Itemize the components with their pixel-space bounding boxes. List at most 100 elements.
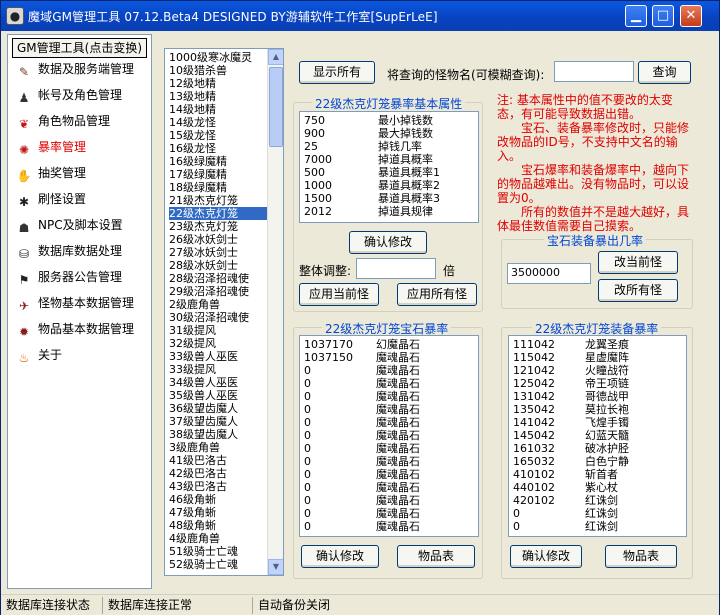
monster-list-item[interactable]: 23级杰克灯笼 <box>169 220 269 233</box>
list-item[interactable]: 161032 破冰护胫 <box>513 442 683 455</box>
confirm-equip-button[interactable]: 确认修改 <box>510 545 582 568</box>
nav-item[interactable]: ✺ 暴率管理 <box>16 135 148 159</box>
list-item[interactable]: 1037170 幻魔晶石 <box>304 338 474 351</box>
monster-list-item[interactable]: 10级猎杀兽 <box>169 64 269 77</box>
monster-search-input[interactable] <box>554 61 634 82</box>
monster-list-item[interactable]: 52级骑士亡魂 <box>169 558 269 571</box>
monster-list-item[interactable]: 26级冰妖剑士 <box>169 233 269 246</box>
monster-list-item[interactable]: 3级鹿角兽 <box>169 441 269 454</box>
minimize-button[interactable]: ▁ <box>625 5 647 27</box>
equip-drops-list[interactable]: 111042 龙翼圣痕 115042 星虚魔阵 121042 火瞳战符 125042 帝王项链… <box>508 335 687 537</box>
monster-list-item[interactable]: 22级杰克灯笼 <box>169 207 269 220</box>
change-current-button[interactable]: 改当前怪 <box>598 251 678 274</box>
list-item[interactable]: 750 最小掉钱数 <box>304 114 474 127</box>
list-item[interactable]: 0 魔魂晶石 <box>304 429 474 442</box>
list-item[interactable]: 410102 斩首者 <box>513 468 683 481</box>
monster-list-item[interactable]: 51级骑士亡魂 <box>169 545 269 558</box>
scroll-down-icon[interactable]: ▼ <box>268 559 283 575</box>
list-item[interactable]: 0 红诛剑 <box>513 520 683 533</box>
monster-list-item[interactable]: 42级巴洛古 <box>169 467 269 480</box>
list-item[interactable]: 25 掉钱几率 <box>304 140 474 153</box>
gem-rate-input[interactable]: 3500000 <box>507 263 591 284</box>
list-item[interactable]: 115042 星虚魔阵 <box>513 351 683 364</box>
close-button[interactable]: ✕ <box>680 5 702 27</box>
monster-list-item[interactable]: 29级沼泽招魂使 <box>169 285 269 298</box>
monster-list-item[interactable]: 30级沼泽招魂使 <box>169 311 269 324</box>
monster-list-item[interactable]: 31级提风 <box>169 324 269 337</box>
list-item[interactable]: 0 魔魂晶石 <box>304 403 474 416</box>
nav-item[interactable]: ♟ 帐号及角色管理 <box>16 83 148 107</box>
show-all-button[interactable]: 显示所有 <box>299 61 375 84</box>
list-item[interactable]: 131042 哥德战甲 <box>513 390 683 403</box>
query-button[interactable]: 查询 <box>638 61 691 84</box>
monster-list-item[interactable]: 47级角蜥 <box>169 506 269 519</box>
list-item[interactable]: 121042 火瞳战符 <box>513 364 683 377</box>
nav-item[interactable]: ✎ 数据及服务端管理 <box>16 57 148 81</box>
list-item[interactable]: 1000 暴道具概率2 <box>304 179 474 192</box>
list-item[interactable]: 440102 紫心杖 <box>513 481 683 494</box>
monster-list-item[interactable]: 32级提风 <box>169 337 269 350</box>
monster-list-item[interactable]: 28级沼泽招魂使 <box>169 272 269 285</box>
monster-list-item[interactable]: 36级望齿魔人 <box>169 402 269 415</box>
monster-list-item[interactable]: 14级龙怪 <box>169 116 269 129</box>
list-item[interactable]: 141042 飞煌手镯 <box>513 416 683 429</box>
list-item[interactable]: 0 魔魂晶石 <box>304 416 474 429</box>
list-item[interactable]: 7000 掉道具概率 <box>304 153 474 166</box>
list-item[interactable]: 1037150 魔魂晶石 <box>304 351 474 364</box>
list-item[interactable]: 125042 帝王项链 <box>513 377 683 390</box>
monster-list-item[interactable]: 43级巴洛古 <box>169 480 269 493</box>
nav-item[interactable]: ⚑ 服务器公告管理 <box>16 265 148 289</box>
monster-list-item[interactable]: 37级望齿魔人 <box>169 415 269 428</box>
nav-item[interactable]: ❦ 角色物品管理 <box>16 109 148 133</box>
list-item[interactable]: 0 魔魂晶石 <box>304 494 474 507</box>
confirm-gem-button[interactable]: 确认修改 <box>301 545 379 568</box>
list-item[interactable]: 1500 暴道具概率3 <box>304 192 474 205</box>
basic-attrs-list[interactable]: 750 最小掉钱数 900 最大掉钱数 25 掉钱几率 7000 掉道具概率 500 暴道具概率1… <box>299 111 479 223</box>
monster-list-item[interactable]: 13级地精 <box>169 90 269 103</box>
list-item[interactable]: 0 红诛剑 <box>513 507 683 520</box>
monster-list-item[interactable]: 2级鹿角兽 <box>169 298 269 311</box>
title-bar[interactable]: ● 魔域GM管理工具 07.12.Beta4 DESIGNED BY游辅软件工作… <box>1 1 719 31</box>
list-item[interactable]: 0 魔魂晶石 <box>304 468 474 481</box>
monster-list-item[interactable]: 48级角蜥 <box>169 519 269 532</box>
list-item[interactable]: 0 魔魂晶石 <box>304 390 474 403</box>
maximize-button[interactable]: □ <box>652 5 674 27</box>
monster-list-item[interactable]: 15级龙怪 <box>169 129 269 142</box>
scroll-up-icon[interactable]: ▲ <box>268 49 283 65</box>
list-item[interactable]: 420102 红诛剑 <box>513 494 683 507</box>
list-item[interactable]: 135042 莫拉长袍 <box>513 403 683 416</box>
gem-items-table-button[interactable]: 物品表 <box>397 545 475 568</box>
monster-list-item[interactable]: 38级望齿魔人 <box>169 428 269 441</box>
nav-item[interactable]: ✹ 物品基本数据管理 <box>16 317 148 341</box>
monster-list[interactable]: 1000级寒冰魔灵 10级猎杀兽 12级地精 13级地精 14级地精 14级龙怪 15级龙怪… <box>164 48 284 576</box>
nav-item[interactable]: ✋ 抽奖管理 <box>16 161 148 185</box>
nav-item[interactable]: ⛁ 数据库数据处理 <box>16 239 148 263</box>
nav-item[interactable]: ✱ 刷怪设置 <box>16 187 148 211</box>
confirm-attrs-button[interactable]: 确认修改 <box>349 231 427 254</box>
list-item[interactable]: 111042 龙翼圣痕 <box>513 338 683 351</box>
monster-list-item[interactable]: 17级绿魔精 <box>169 168 269 181</box>
monster-list-item[interactable]: 28级冰妖剑士 <box>169 259 269 272</box>
monster-list-item[interactable]: 1000级寒冰魔灵 <box>169 51 269 64</box>
monster-list-item[interactable]: 21级杰克灯笼 <box>169 194 269 207</box>
scroll-thumb[interactable] <box>269 67 283 147</box>
list-item[interactable]: 0 魔魂晶石 <box>304 455 474 468</box>
list-item[interactable]: 0 魔魂晶石 <box>304 520 474 533</box>
monster-list-item[interactable]: 16级龙怪 <box>169 142 269 155</box>
monster-list-item[interactable]: 14级地精 <box>169 103 269 116</box>
list-item[interactable]: 0 魔魂晶石 <box>304 507 474 520</box>
equip-items-table-button[interactable]: 物品表 <box>605 545 677 568</box>
adjust-input[interactable] <box>356 258 436 279</box>
monster-list-item[interactable]: 46级角蜥 <box>169 493 269 506</box>
list-item[interactable]: 0 魔魂晶石 <box>304 481 474 494</box>
list-item[interactable]: 165032 白色宁静 <box>513 455 683 468</box>
gem-drops-list[interactable]: 1037170 幻魔晶石 1037150 魔魂晶石 0 魔魂晶石 0 魔魂晶石 0 魔魂晶石 0 魔魂… <box>299 335 479 537</box>
change-all-button[interactable]: 改所有怪 <box>598 279 678 302</box>
monster-list-item[interactable]: 41级巴洛古 <box>169 454 269 467</box>
list-item[interactable]: 0 魔魂晶石 <box>304 377 474 390</box>
monster-list-item[interactable]: 12级地精 <box>169 77 269 90</box>
monster-list-item[interactable]: 35级兽人巫医 <box>169 389 269 402</box>
apply-all-button[interactable]: 应用所有怪 <box>397 283 477 306</box>
monster-list-item[interactable]: 16级绿魔精 <box>169 155 269 168</box>
monster-list-item[interactable]: 4级鹿角兽 <box>169 532 269 545</box>
